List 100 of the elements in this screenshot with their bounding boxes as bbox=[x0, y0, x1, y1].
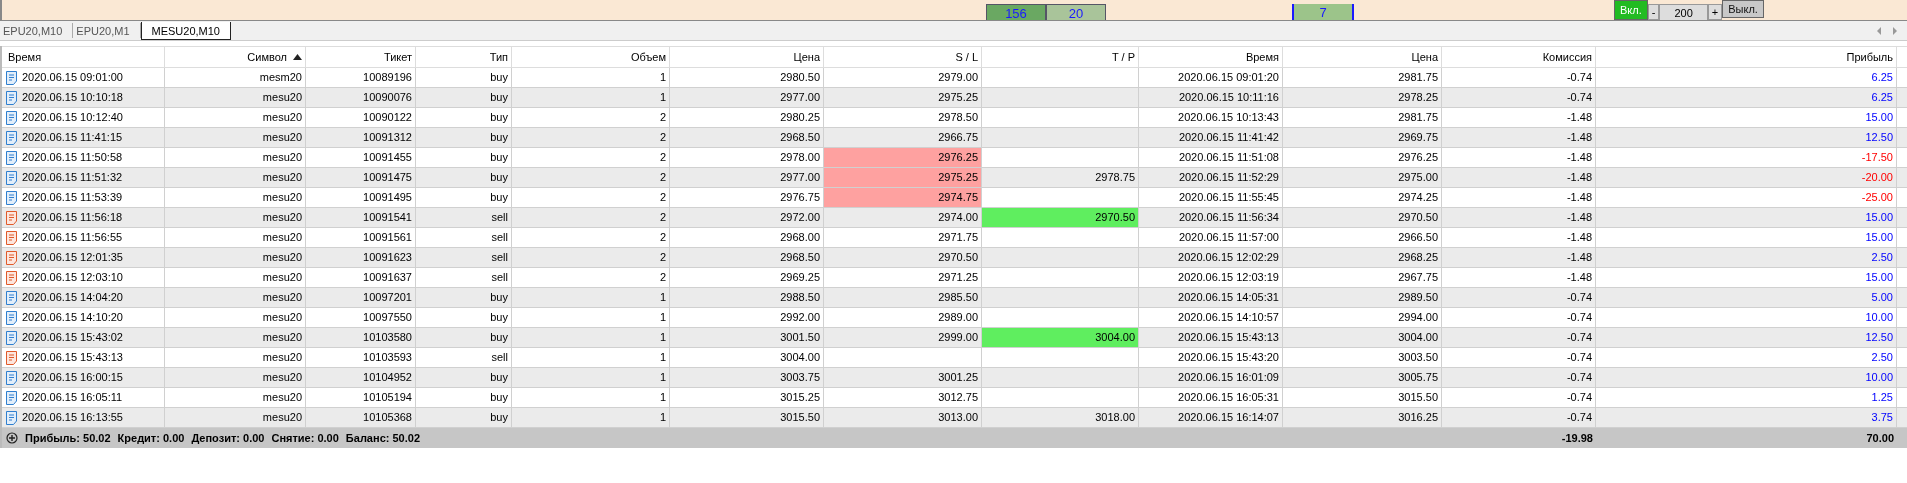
table-cell-text: 2020.06.15 15:43:02 bbox=[22, 330, 123, 345]
table-cell: mesu20 bbox=[165, 248, 306, 267]
table-cell: 3003.50 bbox=[1283, 348, 1442, 367]
table-cell: -1.48 bbox=[1442, 248, 1596, 267]
table-cell: 15.00 bbox=[1596, 108, 1897, 127]
table-cell: buy bbox=[416, 308, 512, 327]
scroll-left-icon[interactable] bbox=[1875, 26, 1883, 36]
table-cell: 2 bbox=[512, 108, 670, 127]
table-cell: 6.25 bbox=[1596, 88, 1897, 107]
table-cell: 2970.50 bbox=[982, 208, 1139, 227]
table-cell: 3.75 bbox=[1596, 408, 1897, 427]
table-cell: -1.48 bbox=[1442, 168, 1596, 187]
sort-ascending-icon bbox=[293, 54, 302, 60]
column-header[interactable]: Время bbox=[1139, 47, 1283, 67]
table-cell: 2020.06.15 15:43:13 bbox=[1139, 328, 1283, 347]
toggle-button[interactable]: Выкл. bbox=[1722, 0, 1764, 18]
table-cell: buy bbox=[416, 108, 512, 127]
table-cell-text: 2020.06.15 11:56:55 bbox=[22, 230, 123, 245]
table-cell: -1.48 bbox=[1442, 108, 1596, 127]
table-cell: mesu20 bbox=[165, 188, 306, 207]
table-cell: mesu20 bbox=[165, 408, 306, 427]
table-cell: buy bbox=[416, 188, 512, 207]
table-cell: 2020.06.15 16:14:07 bbox=[1139, 408, 1283, 427]
table-cell: 15.00 bbox=[1596, 208, 1897, 227]
column-header[interactable]: Тип bbox=[416, 47, 512, 67]
table-cell: mesu20 bbox=[165, 88, 306, 107]
table-cell: buy bbox=[416, 68, 512, 87]
table-cell: 1 bbox=[512, 288, 670, 307]
table-cell: -0.74 bbox=[1442, 348, 1596, 367]
chart-tab[interactable]: MESU20,M10 bbox=[140, 22, 231, 40]
table-cell: 2968.50 bbox=[670, 248, 824, 267]
table-cell: mesu20 bbox=[165, 288, 306, 307]
table-cell: 10091312 bbox=[306, 128, 416, 147]
table-cell: -1.48 bbox=[1442, 188, 1596, 207]
table-cell: 2969.25 bbox=[670, 268, 824, 287]
table-cell: 2978.75 bbox=[982, 168, 1139, 187]
table-cell: 2020.06.15 16:01:09 bbox=[1139, 368, 1283, 387]
table-cell: 2968.00 bbox=[670, 228, 824, 247]
table-cell: 10091623 bbox=[306, 248, 416, 267]
column-header[interactable]: Цена bbox=[670, 47, 824, 67]
table-cell: 10097201 bbox=[306, 288, 416, 307]
table-cell: 10091561 bbox=[306, 228, 416, 247]
table-cell: 1 bbox=[512, 88, 670, 107]
table-cell-text: 2020.06.15 11:41:15 bbox=[22, 130, 123, 145]
table-cell: 2975.25 bbox=[824, 168, 982, 187]
table-cell: mesu20 bbox=[165, 308, 306, 327]
column-header[interactable]: Объем bbox=[512, 47, 670, 67]
table-cell: 10097550 bbox=[306, 308, 416, 327]
table-cell: 2968.50 bbox=[670, 128, 824, 147]
table-cell-text: 2020.06.15 11:51:32 bbox=[22, 170, 123, 185]
column-header[interactable]: Комиссия bbox=[1442, 47, 1596, 67]
table-cell: 12.50 bbox=[1596, 128, 1897, 147]
table-cell: 3005.75 bbox=[1283, 368, 1442, 387]
column-header[interactable]: Символ bbox=[165, 47, 306, 67]
column-header[interactable]: S / L bbox=[824, 47, 982, 67]
table-cell: 10091495 bbox=[306, 188, 416, 207]
chart-tab[interactable]: EPU20,M10 bbox=[0, 23, 74, 38]
table-cell: mesu20 bbox=[165, 148, 306, 167]
table-cell-text: 2020.06.15 10:12:40 bbox=[22, 110, 123, 125]
column-header[interactable]: Цена bbox=[1283, 47, 1442, 67]
column-header[interactable]: T / P bbox=[982, 47, 1139, 67]
table-cell: 15.00 bbox=[1596, 228, 1897, 247]
table-cell: 2975.00 bbox=[1283, 168, 1442, 187]
table-cell-text: 2020.06.15 16:00:15 bbox=[22, 370, 123, 385]
table-cell: 10091455 bbox=[306, 148, 416, 167]
table-cell: 2020.06.15 11:57:00 bbox=[1139, 228, 1283, 247]
table-cell: -20.00 bbox=[1596, 168, 1897, 187]
table-cell: 2978.25 bbox=[1283, 88, 1442, 107]
table-cell: -1.48 bbox=[1442, 228, 1596, 247]
table-cell: 2020.06.15 15:43:20 bbox=[1139, 348, 1283, 367]
table-cell: 3003.75 bbox=[670, 368, 824, 387]
table-cell: 3015.25 bbox=[670, 388, 824, 407]
table-cell: 2 bbox=[512, 148, 670, 167]
table-cell: mesu20 bbox=[165, 128, 306, 147]
table-cell: 2992.00 bbox=[670, 308, 824, 327]
table-cell: 2020.06.15 14:10:57 bbox=[1139, 308, 1283, 327]
table-cell: mesu20 bbox=[165, 208, 306, 227]
column-header[interactable]: Время bbox=[2, 47, 165, 67]
summary-text: Снятие: 0.00 bbox=[271, 432, 339, 444]
summary-text: Баланс: 50.02 bbox=[345, 432, 420, 444]
scroll-right-icon[interactable] bbox=[1891, 26, 1899, 36]
indicator-cell: 156 bbox=[986, 4, 1046, 20]
table-cell: 10105194 bbox=[306, 388, 416, 407]
table-cell: 1 bbox=[512, 348, 670, 367]
column-header[interactable]: Прибыль bbox=[1596, 47, 1897, 67]
column-header[interactable]: Тикет bbox=[306, 47, 416, 67]
expand-icon[interactable] bbox=[6, 432, 18, 444]
value-field[interactable]: 200 bbox=[1659, 4, 1708, 20]
chart-tab[interactable]: EPU20,M1 bbox=[73, 23, 141, 38]
table-cell-text: 2020.06.15 10:10:18 bbox=[22, 90, 123, 105]
table-cell: 1 bbox=[512, 408, 670, 427]
table-cell-text: 2020.06.15 14:04:20 bbox=[22, 290, 123, 305]
table-cell: -0.74 bbox=[1442, 388, 1596, 407]
table-cell: buy bbox=[416, 148, 512, 167]
table-cell: mesm20 bbox=[165, 68, 306, 87]
table-cell: 1 bbox=[512, 308, 670, 327]
table-cell: -1.48 bbox=[1442, 148, 1596, 167]
table-cell: 2989.00 bbox=[824, 308, 982, 327]
table-cell: 2981.75 bbox=[1283, 108, 1442, 127]
table-cell: 1 bbox=[512, 328, 670, 347]
